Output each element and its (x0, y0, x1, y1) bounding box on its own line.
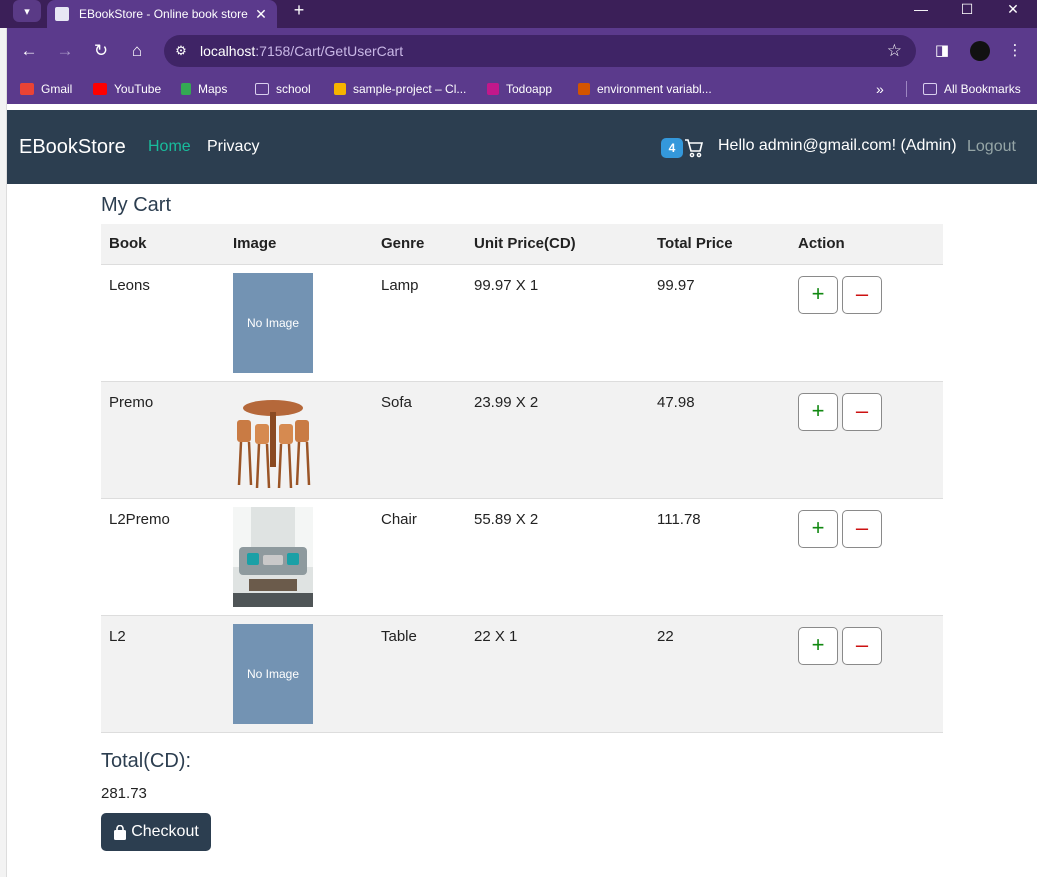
cell-genre: Table (373, 615, 466, 733)
no-image-placeholder: No Image (233, 623, 313, 724)
site-info-icon[interactable]: ⚙ (172, 42, 190, 60)
cell-book: Premo (101, 381, 225, 499)
bookmarks-bar: Gmail YouTube Maps school sample-project… (0, 74, 1037, 104)
total-label: Total(CD): (101, 750, 192, 772)
remove-item-button[interactable]: – (842, 392, 882, 431)
table-row: Leons No Image Lamp 99.97 X 1 99.97 + – (101, 264, 943, 382)
sofa-photo (233, 506, 313, 607)
address-bar[interactable]: ⚙ localhost:7158/Cart/GetUserCart ☆ (164, 35, 916, 67)
cell-genre: Chair (373, 498, 466, 616)
cart-icon[interactable] (684, 137, 704, 159)
url-text: localhost:7158/Cart/GetUserCart (200, 43, 404, 59)
column-header-book: Book (101, 224, 225, 265)
bookmarks-separator (906, 81, 907, 97)
table-row: L2Premo Chair 55.89 X 2 111.78 + – (101, 498, 943, 616)
shopping-bag-icon (114, 824, 127, 840)
background-window-edge (0, 28, 7, 877)
back-icon[interactable]: ← (16, 38, 42, 64)
column-header-image: Image (225, 224, 373, 265)
cell-total-price: 47.98 (649, 381, 790, 499)
bookmark-todoapp[interactable]: Todoapp (487, 81, 552, 97)
bookmark-gmail[interactable]: Gmail (20, 81, 72, 97)
no-image-placeholder: No Image (233, 272, 313, 373)
stackoverflow-icon (578, 83, 590, 95)
cell-unit-price: 23.99 X 2 (466, 381, 649, 499)
todoapp-icon (487, 83, 499, 95)
cell-genre: Lamp (373, 264, 466, 382)
cell-unit-price: 22 X 1 (466, 615, 649, 733)
nav-privacy[interactable]: Privacy (207, 138, 259, 156)
youtube-icon (93, 83, 107, 95)
reload-icon[interactable]: ↻ (88, 38, 114, 64)
bookmark-environment[interactable]: environment variabl... (578, 81, 712, 97)
cell-total-price: 22 (649, 615, 790, 733)
page-title: My Cart (101, 194, 171, 216)
total-value: 281.73 (101, 785, 147, 802)
forward-icon[interactable]: → (52, 38, 78, 64)
bookmark-sample-project[interactable]: sample-project – Cl... (334, 81, 466, 97)
all-bookmarks[interactable]: All Bookmarks (923, 81, 1021, 97)
browser-tabstrip: ▾ EBookStore - Online book store ✕ + — ☐… (0, 0, 1037, 28)
column-header-genre: Genre (373, 224, 466, 265)
cell-unit-price: 99.97 X 1 (466, 264, 649, 382)
page-favicon-icon (55, 7, 69, 21)
home-icon[interactable]: ⌂ (124, 38, 150, 64)
firebase-icon (334, 83, 346, 95)
cell-total-price: 111.78 (649, 498, 790, 616)
maximize-icon[interactable]: ☐ (944, 0, 990, 20)
column-header-total-price: Total Price (649, 224, 790, 265)
bookmark-star-icon[interactable]: ☆ (887, 41, 902, 61)
add-item-button[interactable]: + (798, 275, 838, 314)
window-close-icon[interactable]: ✕ (990, 0, 1036, 20)
table-row: Premo Sofa 23.99 X 2 47.98 + – (101, 381, 943, 499)
checkout-label: Checkout (131, 823, 199, 840)
checkout-button[interactable]: Checkout (101, 813, 211, 851)
menu-kebab-icon[interactable]: ⋮ (1002, 38, 1028, 64)
bookmark-school[interactable]: school (255, 81, 311, 97)
side-panel-icon[interactable]: ◨ (929, 38, 955, 64)
tab-close-icon[interactable]: ✕ (251, 6, 271, 23)
tab-title: EBookStore - Online book store (79, 7, 248, 21)
tab-search-chevron-icon[interactable]: ▾ (13, 0, 41, 22)
folder-icon (255, 83, 269, 95)
browser-tab[interactable]: EBookStore - Online book store ✕ (47, 0, 277, 28)
bookmark-maps[interactable]: Maps (181, 81, 227, 97)
remove-item-button[interactable]: – (842, 626, 882, 665)
cell-total-price: 99.97 (649, 264, 790, 382)
cart-table: Book Image Genre Unit Price(CD) Total Pr… (101, 224, 943, 733)
more-bookmarks-icon[interactable]: » (876, 81, 884, 97)
bookmark-youtube[interactable]: YouTube (93, 81, 161, 97)
cell-book: Leons (101, 264, 225, 382)
remove-item-button[interactable]: – (842, 509, 882, 548)
add-item-button[interactable]: + (798, 509, 838, 548)
minimize-icon[interactable]: — (898, 0, 944, 20)
add-item-button[interactable]: + (798, 392, 838, 431)
column-header-unit-price: Unit Price(CD) (466, 224, 649, 265)
add-item-button[interactable]: + (798, 626, 838, 665)
logout-link[interactable]: Logout (967, 138, 1016, 156)
cell-unit-price: 55.89 X 2 (466, 498, 649, 616)
cart-count-badge[interactable]: 4 (661, 138, 683, 158)
brand-link[interactable]: EBookStore (19, 136, 126, 159)
browser-toolbar: ← → ↻ ⌂ ⚙ localhost:7158/Cart/GetUserCar… (0, 28, 1037, 74)
maps-icon (181, 83, 191, 95)
user-greeting[interactable]: Hello admin@gmail.com! (Admin) (718, 137, 957, 155)
gmail-icon (20, 83, 34, 95)
cell-book: L2Premo (101, 498, 225, 616)
site-navbar: EBookStore Home Privacy 4 Hello admin@gm… (7, 110, 1037, 184)
chair-table-photo (237, 399, 311, 488)
profile-avatar[interactable] (970, 41, 990, 61)
folder-icon (923, 83, 937, 95)
new-tab-icon[interactable]: + (287, 0, 311, 22)
cell-book: L2 (101, 615, 225, 733)
table-row: L2 No Image Table 22 X 1 22 + – (101, 615, 943, 733)
cell-genre: Sofa (373, 381, 466, 499)
remove-item-button[interactable]: – (842, 275, 882, 314)
nav-home[interactable]: Home (148, 138, 191, 156)
column-header-action: Action (790, 224, 943, 265)
